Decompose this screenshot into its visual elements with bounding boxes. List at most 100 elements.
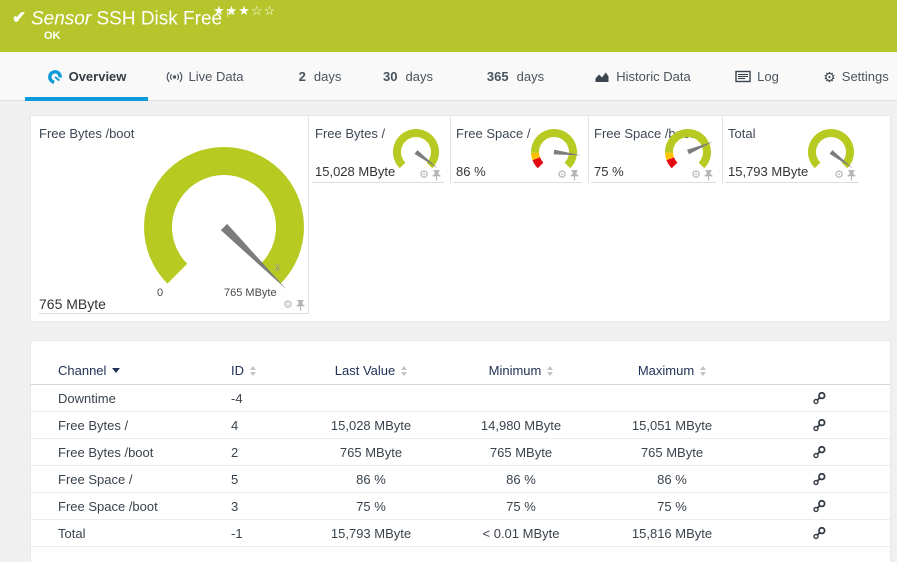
sort-icon [401,365,408,376]
tab-30-days[interactable]: 30 days [368,52,448,101]
divider [312,182,444,183]
mini-gauge-value: 86 % [456,164,486,179]
column-header-id[interactable]: ID [231,363,296,378]
edit-channel-wrench-icon[interactable] [812,499,826,513]
pin-icon[interactable] [847,169,856,181]
sort-icon [547,365,554,376]
tab-label: Historic Data [616,69,691,84]
edit-channel-wrench-icon[interactable] [812,445,826,459]
minimum-value: 765 MByte [489,444,553,460]
maximum-value: 86 % [657,471,687,487]
table-row-free-bytes-boot: Free Bytes /boot 2 765 MByte 765 MByte 7… [31,439,890,466]
column-label: Minimum [488,363,542,378]
primary-gauge-cell: Free Bytes /boot x̄ 0 765 MByte 765 MByt… [31,116,309,323]
status-ok-check-icon: ✔ [12,8,27,27]
divider [39,313,308,314]
minimum-value: 86 % [506,471,536,487]
tab-number: 30 [383,69,398,84]
column-header-last-value[interactable]: Last Value [296,363,446,378]
mini-gauge-cell-total: Total 15,793 MByte ⚙ [722,116,865,201]
tab-log[interactable]: Log [722,52,792,101]
channel-id: 2 [231,444,239,460]
tab-2-days[interactable]: 2 days [285,52,355,101]
tab-settings[interactable]: ⚙ Settings [815,52,897,101]
sort-desc-icon [112,368,121,373]
primary-gauge-value: 765 MByte [39,296,106,312]
gauge-icon [47,69,62,84]
channel-name[interactable]: Total [58,526,231,541]
table-row-downtime: Downtime -4 [31,385,890,412]
pin-icon[interactable] [704,169,713,181]
channel-id: 4 [231,417,239,433]
sensor-status-header: ✔ Sensor SSH Disk Free ⚐ ★★★☆☆ OK [0,0,897,52]
gear-icon: ⚙ [823,68,836,85]
priority-stars[interactable]: ★★★☆☆ [213,3,276,19]
last-value: 15,028 MByte [330,417,412,433]
column-header-channel[interactable]: Channel [58,363,231,378]
divider [453,182,582,183]
mini-gauge-value: 15,793 MByte [728,164,809,179]
channel-gear-icon[interactable]: ⚙ [557,169,567,181]
minimum-value: 14,980 MByte [480,417,562,433]
tab-label: days [405,69,433,84]
tab-bar: Overview Live Data 2 days 30 days 365 da… [0,52,897,101]
divider [722,116,723,184]
channel-table: Channel ID Last Value Minimum Maximum Do… [31,357,890,547]
pin-icon[interactable] [432,169,441,181]
sensor-type-label: Sensor [31,8,92,30]
tab-overview[interactable]: Overview [25,52,148,101]
channel-name[interactable]: Free Space /boot [58,499,231,514]
channel-name[interactable]: Downtime [58,391,231,406]
maximum-value: 15,051 MByte [631,417,713,433]
table-header-row: Channel ID Last Value Minimum Maximum [31,357,890,385]
divider [450,116,451,184]
tab-label: Log [757,69,779,84]
channel-gear-icon[interactable]: ⚙ [419,169,429,181]
divider [725,182,859,183]
channel-name[interactable]: Free Bytes / [58,418,231,433]
mini-gauge-cell-free-space-root: Free Space / 86 % ⚙ [450,116,588,201]
page-title: SSH Disk Free [96,8,223,30]
channel-name[interactable]: Free Bytes /boot [58,445,231,460]
mini-gauge-title: Free Space / [456,126,531,141]
divider [588,116,589,184]
last-value: 15,793 MByte [330,525,412,541]
channel-name[interactable]: Free Space / [58,472,231,487]
sort-icon [700,365,707,376]
column-header-maximum[interactable]: Maximum [596,363,748,378]
broadcast-icon [166,71,182,82]
channel-gear-icon[interactable]: ⚙ [691,169,701,181]
pin-icon[interactable] [296,299,305,311]
tab-live-data[interactable]: Live Data [152,52,257,101]
mini-gauge-title: Total [728,126,756,141]
mini-gauge-value: 15,028 MByte [315,164,396,179]
channel-gear-icon[interactable]: ⚙ [283,299,293,311]
edit-channel-wrench-icon[interactable] [812,391,826,405]
edit-channel-wrench-icon[interactable] [812,418,826,432]
tab-365-days[interactable]: 365 days [473,52,558,101]
maximum-value: 15,816 MByte [631,525,713,541]
edit-channel-wrench-icon[interactable] [812,526,826,540]
column-label: Last Value [334,363,396,378]
column-header-minimum[interactable]: Minimum [446,363,596,378]
last-value: 75 % [356,498,386,514]
gauge-scale-max: 765 MByte [224,287,277,299]
channel-id: 3 [231,498,239,514]
area-chart-icon [595,72,609,82]
column-label: ID [231,363,244,378]
tab-number: 365 [486,69,509,84]
tab-number: 2 [298,69,306,84]
last-value: 86 % [356,471,386,487]
tab-label: days [516,69,545,84]
tab-label: Settings [841,69,889,84]
sort-icon [250,365,256,376]
tab-historic-data[interactable]: Historic Data [585,52,700,101]
minimum-value: < 0.01 MByte [482,525,560,541]
channel-gear-icon[interactable]: ⚙ [834,169,844,181]
sensor-title: Sensor SSH Disk Free ⚐ [31,7,235,30]
pin-icon[interactable] [570,169,579,181]
last-value: 765 MByte [339,444,403,460]
minimum-value: 75 % [506,498,536,514]
edit-channel-wrench-icon[interactable] [812,472,826,486]
maximum-value: 765 MByte [640,444,704,460]
